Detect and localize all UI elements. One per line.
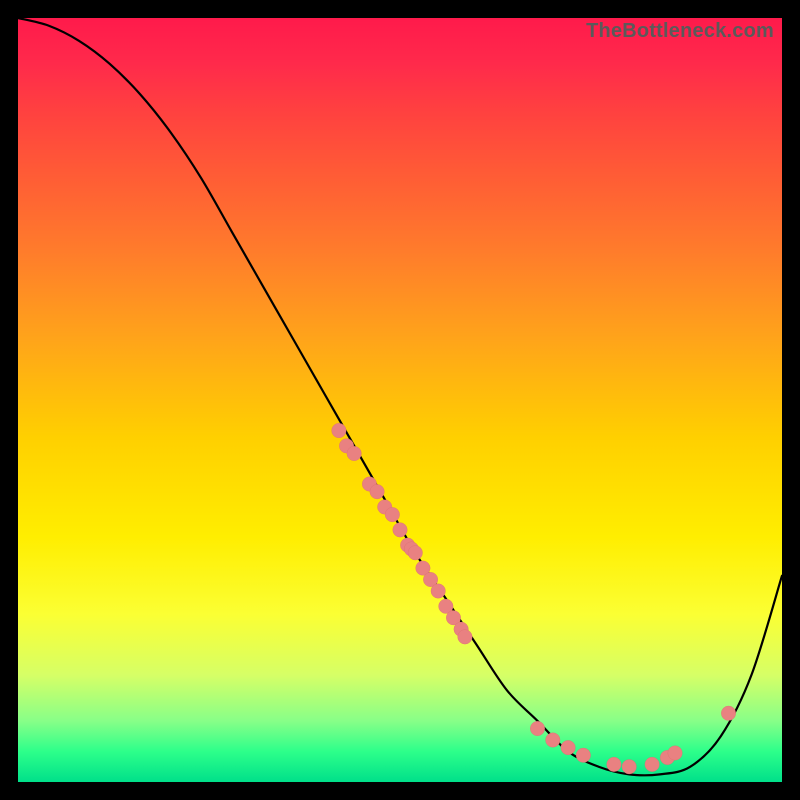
bottleneck-curve-line <box>18 18 782 775</box>
scatter-dot <box>607 757 622 772</box>
scatter-dot <box>546 733 561 748</box>
scatter-dots-group <box>332 423 736 774</box>
scatter-dot <box>576 748 591 763</box>
scatter-dot <box>431 584 446 599</box>
chart-frame: TheBottleneck.com <box>0 0 800 800</box>
scatter-dot <box>370 484 385 499</box>
scatter-dot <box>668 746 683 761</box>
scatter-dot <box>347 446 362 461</box>
plot-area: TheBottleneck.com <box>18 18 782 782</box>
scatter-dot <box>385 507 400 522</box>
scatter-dot <box>622 759 637 774</box>
scatter-dot <box>561 740 576 755</box>
chart-svg <box>18 18 782 782</box>
scatter-dot <box>721 706 736 721</box>
scatter-dot <box>645 757 660 772</box>
scatter-dot <box>408 546 423 561</box>
scatter-dot <box>393 523 408 538</box>
scatter-dot <box>332 423 347 438</box>
scatter-dot <box>458 630 473 645</box>
scatter-dot <box>530 721 545 736</box>
